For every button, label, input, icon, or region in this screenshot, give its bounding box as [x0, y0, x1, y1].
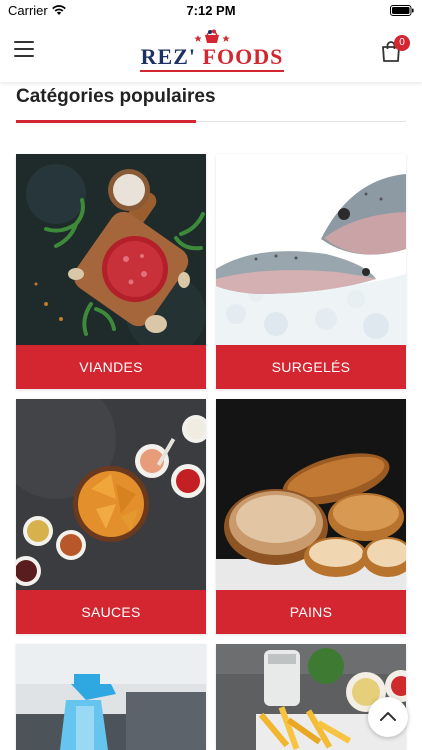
- frozen-fish-photo: [216, 154, 406, 345]
- category-label: SURGELÉS: [216, 345, 406, 389]
- cart-count-badge: 0: [394, 35, 410, 51]
- logo-underline: [140, 70, 284, 72]
- title-accent-bar: [16, 120, 196, 123]
- page-title: Catégories populaires: [16, 86, 216, 107]
- chevron-up-icon: [380, 712, 396, 721]
- category-label: PAINS: [216, 590, 406, 634]
- category-card-pains[interactable]: PAINS: [216, 399, 406, 634]
- app-header: REZ' FOODS 0: [0, 22, 422, 82]
- menu-icon[interactable]: [14, 41, 34, 59]
- sauces-nachos-photo: [16, 399, 206, 590]
- status-bar: Carrier 7:12 PM: [0, 0, 422, 22]
- category-card-nettoyage[interactable]: [16, 644, 206, 750]
- logo-text-rez: REZ': [140, 44, 197, 69]
- category-card-surgeles[interactable]: SURGELÉS: [216, 154, 406, 389]
- category-card-viandes[interactable]: VIANDES: [16, 154, 206, 389]
- category-label: VIANDES: [16, 345, 206, 389]
- category-card-sauces[interactable]: SAUCES: [16, 399, 206, 634]
- logo-basket-icon: [194, 29, 230, 43]
- brand-logo[interactable]: REZ' FOODS: [138, 28, 286, 72]
- raw-meat-photo: [16, 154, 206, 345]
- category-label: SAUCES: [16, 590, 206, 634]
- cleaning-spray-photo: [16, 644, 206, 750]
- battery-icon: [390, 5, 414, 16]
- bread-photo: [216, 399, 406, 590]
- clock: 7:12 PM: [186, 3, 236, 18]
- scroll-to-top-button[interactable]: [368, 697, 408, 737]
- logo-text-foods: FOODS: [196, 44, 284, 69]
